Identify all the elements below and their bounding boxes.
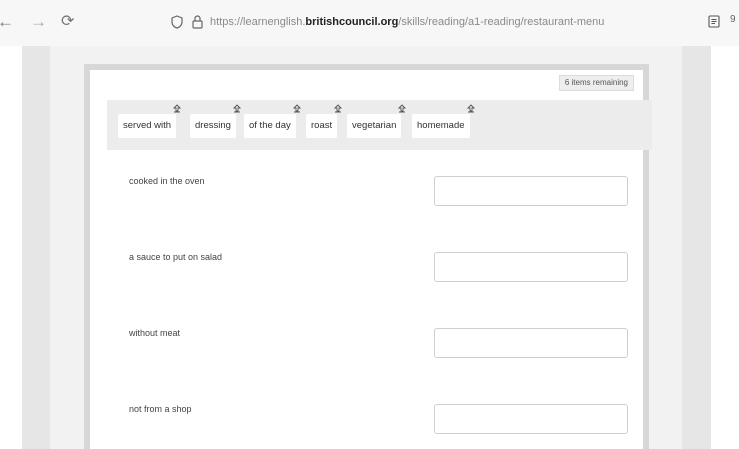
page-gutter-right [682, 46, 711, 449]
drag-handle-icon [334, 104, 343, 113]
drag-handle-icon [232, 104, 241, 113]
word-chip-served-with[interactable]: served with [118, 104, 182, 138]
browser-toolbar: ← → ⟳ https://learnenglish.britishcounci… [0, 0, 739, 46]
word-bank: served with dressing of the day roast ve… [107, 100, 652, 150]
word-chip-dressing[interactable]: dressing [190, 104, 241, 138]
drag-handle-icon [292, 104, 301, 113]
question-prompt: not from a shop [129, 404, 192, 414]
reader-view-icon[interactable] [708, 15, 720, 28]
url-prefix: https://learnenglish. [210, 16, 306, 28]
url-path: /skills/reading/a1-reading/restaurant-me… [398, 16, 605, 28]
items-remaining-badge: 6 items remaining [558, 75, 634, 91]
word-chip-label: roast [311, 120, 333, 131]
page-margin-right [711, 46, 739, 449]
question-prompt: cooked in the oven [129, 176, 205, 186]
word-chip-of-the-day[interactable]: of the day [244, 104, 301, 138]
answer-drop-zone[interactable] [434, 176, 628, 206]
word-chip-label: homemade [417, 120, 465, 131]
question-prompt: a sauce to put on salad [129, 252, 223, 262]
reload-button[interactable]: ⟳ [61, 12, 74, 32]
word-chip-label: vegetarian [352, 120, 397, 131]
toolbar-edge-text: 9 [730, 14, 736, 25]
forward-button[interactable]: → [30, 12, 47, 32]
word-chip-roast[interactable]: roast [306, 104, 343, 138]
page-gutter-left [22, 46, 50, 449]
back-button[interactable]: ← [0, 12, 14, 32]
address-bar-url[interactable]: https://learnenglish.britishcouncil.org/… [210, 14, 604, 30]
drag-handle-icon [173, 104, 182, 113]
drag-handle-icon [466, 104, 475, 113]
lock-icon[interactable] [192, 14, 203, 29]
shield-icon[interactable] [171, 15, 183, 29]
word-chip-label: of the day [249, 120, 291, 131]
word-chip-homemade[interactable]: homemade [412, 104, 475, 138]
page-margin-left [0, 46, 22, 449]
answer-drop-zone[interactable] [434, 404, 628, 434]
question-prompt: without meat [129, 328, 181, 338]
answer-drop-zone[interactable] [434, 252, 628, 282]
word-chip-vegetarian[interactable]: vegetarian [347, 104, 407, 138]
drag-handle-icon [398, 104, 407, 113]
url-domain: britishcouncil.org [305, 16, 399, 28]
word-chip-label: dressing [195, 120, 231, 131]
answer-drop-zone[interactable] [434, 328, 628, 358]
word-chip-label: served with [123, 120, 172, 131]
